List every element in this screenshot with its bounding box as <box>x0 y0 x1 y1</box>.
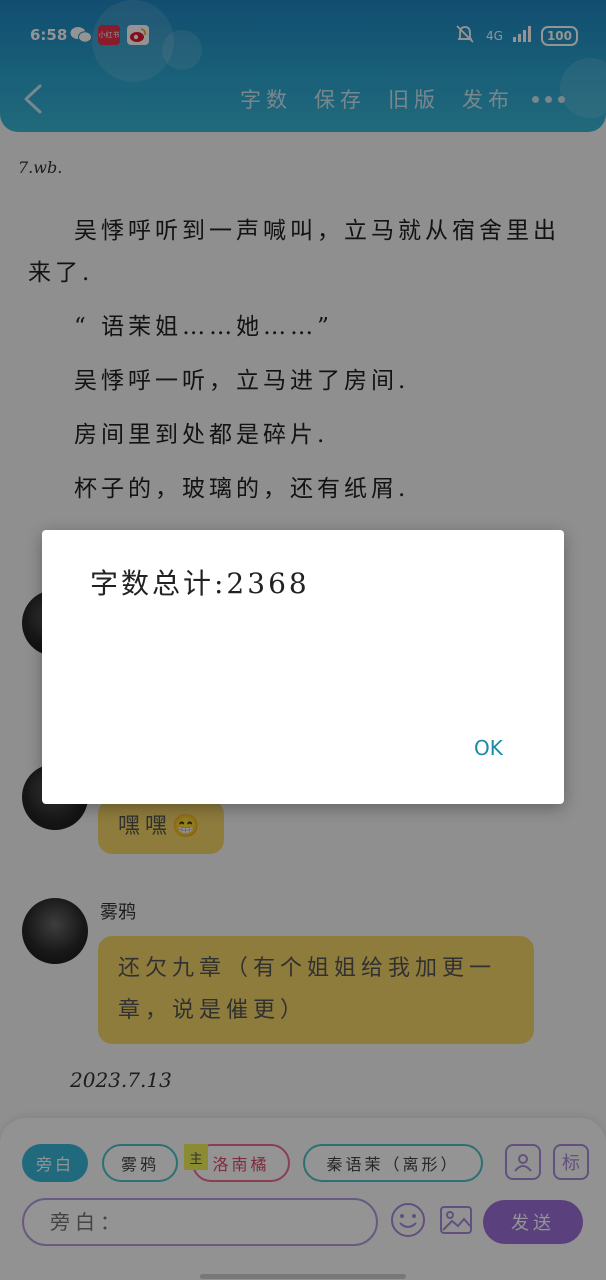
word-count-dialog: 字数总计:2368 OK <box>42 530 564 804</box>
ok-button[interactable]: OK <box>474 736 503 760</box>
dialog-message: 字数总计:2368 <box>90 567 310 600</box>
screen: 6:58 小红书 4G 100 字数 保存 旧版 发布 7.wb. 吴悸呼听到一… <box>0 0 606 1280</box>
